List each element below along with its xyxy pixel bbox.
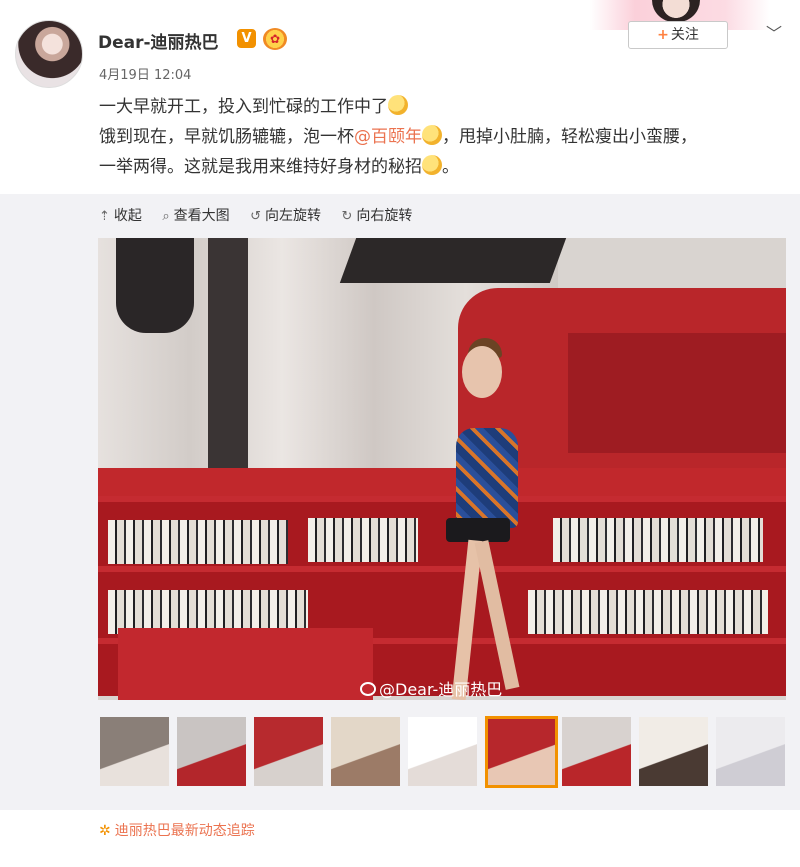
verified-badge-icon: V [237, 29, 256, 48]
photo-shape [98, 496, 786, 502]
photo-shape [116, 238, 194, 333]
media-toolbar: ⇡ 收起 ⌕ 查看大图 ↺ 向左旋转 ↻ 向右旋转 [99, 204, 428, 228]
emoji-icon [422, 125, 442, 145]
photo-figure [446, 518, 510, 542]
content-line-1: 一大早就开工，投入到忙碌的工作中了 [99, 92, 789, 122]
photo-shape [339, 238, 567, 283]
chevron-down-icon[interactable]: ﹀ [766, 20, 782, 44]
rotate-right-icon: ↻ [341, 209, 353, 224]
photo-shape [98, 468, 786, 498]
thumbnail-7[interactable] [562, 717, 631, 786]
member-badge-icon: ✿ [263, 28, 287, 50]
tracker-link[interactable]: ✲ 迪丽热巴最新动态追踪 [99, 820, 255, 840]
thumbnail-5[interactable] [408, 717, 477, 786]
follow-button[interactable]: + 关注 [628, 21, 728, 49]
weibo-logo-icon [360, 682, 376, 696]
photo-shape [118, 628, 373, 700]
thumbnail-6[interactable] [485, 716, 558, 788]
content-line-2: 饿到现在，早就饥肠辘辘，泡一杯@百颐年 ，甩掉小肚腩，轻松瘦出小蛮腰， [99, 125, 697, 147]
view-large-button[interactable]: ⌕ 查看大图 [162, 204, 229, 229]
post-time[interactable]: 4月19日 12:04 [99, 64, 191, 83]
victory-emoji-icon [422, 155, 442, 175]
thumbnail-strip [100, 716, 790, 789]
username[interactable]: Dear-迪丽热巴 [98, 28, 219, 53]
post-content: 一大早就开工，投入到忙碌的工作中了 饿到现在，早就饥肠辘辘，泡一杯@百颐年 ，甩掉… [99, 92, 789, 182]
main-photo[interactable] [98, 238, 786, 700]
thumbnail-4[interactable] [331, 717, 400, 786]
thumbnail-2[interactable] [177, 717, 246, 786]
collapse-button[interactable]: ⇡ 收起 [99, 204, 142, 229]
photo-books [528, 590, 768, 634]
content-line-3: 一举两得。这就是我用来维持好身材的秘招。 [99, 155, 459, 177]
thumbnail-1[interactable] [100, 717, 169, 786]
photo-shape [208, 238, 248, 468]
photo-shape [568, 333, 786, 453]
photo-books [308, 518, 418, 562]
search-icon: ⌕ [162, 209, 170, 224]
rotate-right-button[interactable]: ↻ 向右旋转 [341, 204, 412, 229]
photo-figure [456, 428, 518, 528]
rotate-left-button[interactable]: ↺ 向左旋转 [250, 204, 321, 229]
follow-label: 关注 [670, 27, 699, 43]
mention-link[interactable]: @百颐年 [354, 127, 422, 147]
thumbnail-9[interactable] [716, 717, 785, 786]
collapse-icon: ⇡ [99, 209, 110, 224]
photo-shape [98, 566, 786, 572]
rotate-left-icon: ↺ [250, 209, 261, 224]
avatar[interactable] [15, 20, 83, 88]
plus-icon: + [657, 27, 669, 43]
photo-books [108, 520, 288, 564]
photo-figure [462, 346, 502, 398]
photo-books [553, 518, 763, 562]
thumbnail-8[interactable] [639, 717, 708, 786]
emoji-icon [388, 95, 408, 115]
thumbnail-3[interactable] [254, 717, 323, 786]
sparkle-icon: ✲ [99, 823, 111, 839]
photo-watermark: @Dear-迪丽热巴 [360, 676, 502, 700]
